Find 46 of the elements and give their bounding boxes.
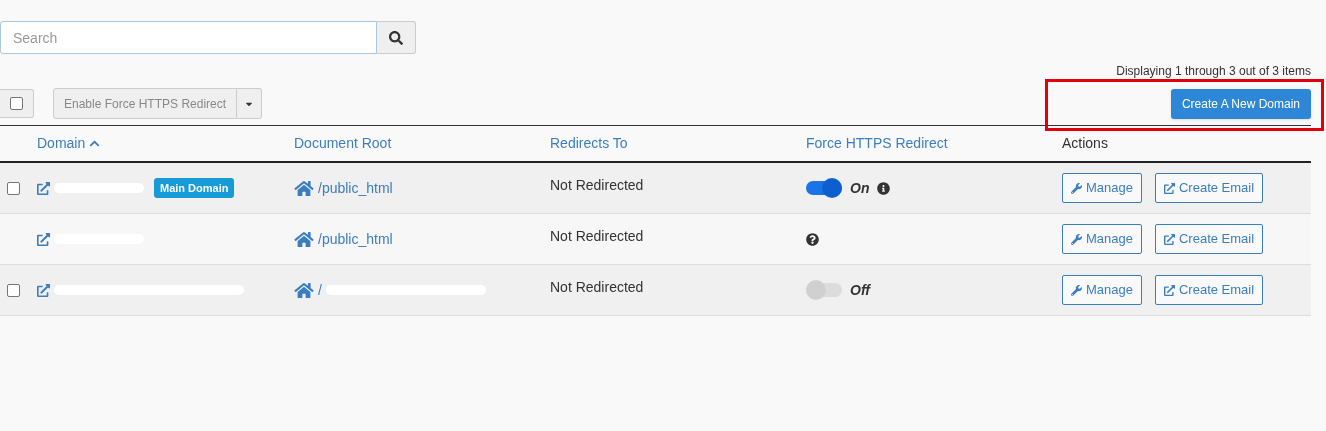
sort-ascending-icon bbox=[89, 138, 101, 149]
home-icon bbox=[294, 230, 314, 248]
toggle-switch[interactable] bbox=[806, 181, 842, 195]
create-email-button[interactable]: Create Email bbox=[1155, 275, 1264, 305]
dropdown-toggle[interactable] bbox=[237, 88, 263, 119]
toggle-switch[interactable] bbox=[806, 283, 842, 297]
create-email-button[interactable]: Create Email bbox=[1155, 224, 1264, 254]
search-button[interactable] bbox=[377, 21, 416, 54]
pagination-summary: Displaying 1 through 3 out of 3 items bbox=[1116, 63, 1311, 80]
create-email-button[interactable]: Create Email bbox=[1155, 173, 1264, 203]
document-root-link[interactable]: / bbox=[318, 279, 322, 301]
help-icon[interactable] bbox=[806, 232, 819, 246]
column-header: Actions bbox=[1062, 134, 1109, 153]
search-field[interactable]: Search bbox=[0, 21, 377, 54]
manage-button[interactable]: Manage bbox=[1062, 275, 1142, 305]
column-header[interactable]: Redirects To bbox=[550, 133, 806, 154]
info-icon[interactable] bbox=[877, 181, 891, 195]
external-link-icon[interactable] bbox=[37, 232, 50, 246]
search-icon bbox=[389, 30, 403, 45]
redirect-status: Not Redirected bbox=[550, 176, 645, 195]
wrench-icon bbox=[1071, 182, 1082, 194]
wrench-icon bbox=[1071, 233, 1082, 245]
external-link-icon bbox=[1164, 182, 1175, 194]
toggle-label: Off bbox=[850, 280, 870, 300]
checkbox[interactable] bbox=[7, 283, 20, 297]
manage-button[interactable]: Manage bbox=[1062, 224, 1142, 254]
wrench-icon bbox=[1071, 284, 1082, 296]
external-link-icon bbox=[1164, 284, 1175, 296]
checkbox[interactable] bbox=[10, 97, 23, 110]
document-root-link[interactable]: /public_html bbox=[318, 228, 393, 250]
external-link-icon[interactable] bbox=[37, 181, 50, 195]
home-icon bbox=[294, 281, 314, 299]
column-header[interactable]: Force HTTPS Redirect bbox=[806, 133, 1062, 154]
column-header[interactable]: Document Root bbox=[294, 133, 550, 154]
document-root-link[interactable]: /public_html bbox=[318, 177, 393, 199]
manage-button[interactable]: Manage bbox=[1062, 173, 1142, 203]
checkbox[interactable] bbox=[7, 181, 20, 195]
external-link-icon bbox=[1164, 233, 1175, 245]
redirect-status: Not Redirected bbox=[550, 278, 645, 297]
home-icon bbox=[294, 179, 314, 197]
external-link-icon[interactable] bbox=[37, 283, 50, 297]
redirect-status: Not Redirected bbox=[550, 227, 645, 246]
toggle-label: On bbox=[850, 178, 870, 198]
column-header[interactable]: Domain bbox=[37, 133, 294, 154]
main-domain-badge: Main Domain bbox=[154, 177, 235, 199]
create-domain-button[interactable]: Create A New Domain bbox=[1170, 88, 1311, 119]
